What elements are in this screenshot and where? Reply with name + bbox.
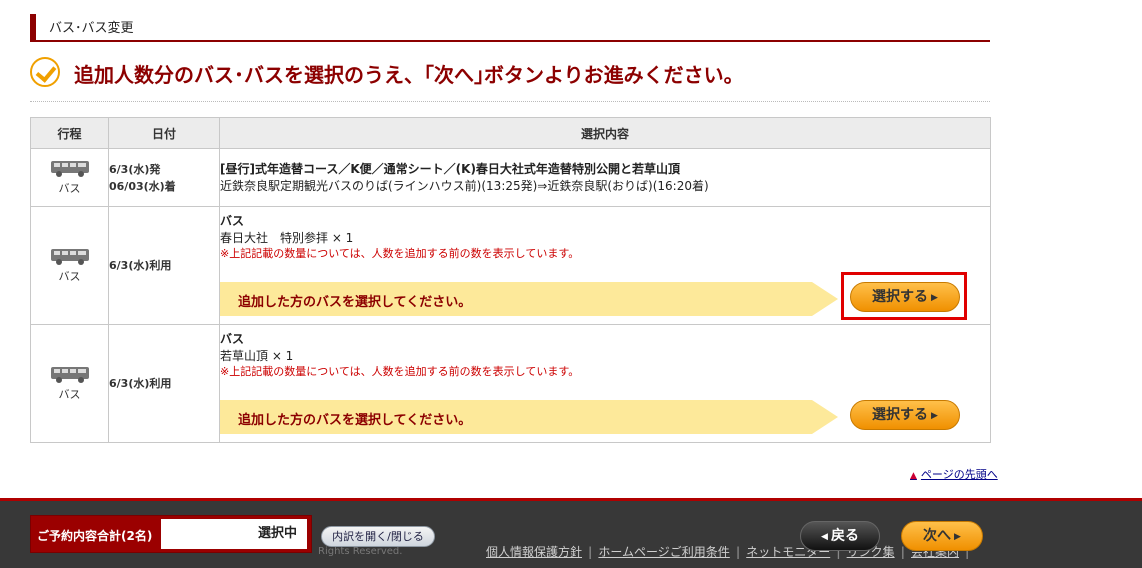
- usage-date: 6/3(水)利用: [109, 259, 172, 272]
- option-item: 若草山頂 × 1: [220, 349, 294, 363]
- footer-link-privacy[interactable]: 個人情報保護方針: [486, 545, 582, 559]
- bus-icon: [50, 366, 89, 383]
- usage-date: 6/3(水)利用: [109, 377, 172, 390]
- table-row: バス 6/3(水)発 06/03(水)着 [昼行]式年造替コース／K便／通常シー…: [30, 148, 991, 207]
- date-cell: 6/3(水)利用: [108, 206, 220, 325]
- select-notice: 追加した方のバスを選択してください。: [220, 400, 838, 434]
- option-title: バス: [220, 214, 245, 228]
- date-cell: 6/3(水)発 06/03(水)着: [108, 148, 220, 207]
- detail-cell: バス 若草山頂 × 1 ※上記記載の数量については、人数を追加する前の数を表示し…: [219, 324, 991, 443]
- bus-icon: [50, 160, 89, 177]
- select-notice-text: 追加した方のバスを選択してください。: [238, 295, 472, 310]
- footer-links: 個人情報保護方針 | ホームページご利用条件 | ネットモニター | リンク集 | 会社案内 |: [486, 543, 975, 560]
- departure-date: 6/3(水)発: [109, 162, 161, 176]
- itinerary-icon-cell: バス: [30, 206, 109, 325]
- table-header-row: 行程 日付 選択内容: [30, 117, 991, 149]
- arrow-right-icon: ▶: [931, 293, 938, 303]
- reservation-total-value: 選択中: [161, 519, 307, 549]
- column-header-date: 日付: [108, 117, 220, 149]
- next-button[interactable]: 次へ ▶: [901, 521, 983, 551]
- bus-icon-group: バス: [50, 160, 90, 196]
- itinerary-icon-cell: バス: [30, 148, 109, 207]
- copyright: Rights Reserved.: [318, 546, 403, 557]
- page-top-link[interactable]: ▲ ページの先頭へ: [910, 466, 998, 482]
- detail-cell: [昼行]式年造替コース／K便／通常シート／(K)春日大社式年造替特別公開と若草山…: [219, 148, 991, 207]
- select-button-label: 選択する: [872, 407, 929, 423]
- select-notice: 追加した方のバスを選択してください。: [220, 282, 838, 316]
- arrow-up-icon: ▲: [910, 471, 917, 481]
- detail-cell: バス 春日大社 特別参拝 × 1 ※上記記載の数量については、人数を追加する前の…: [219, 206, 991, 325]
- arrow-left-icon: ◀: [821, 532, 828, 542]
- bus-icon: [50, 248, 89, 265]
- column-header-selection: 選択内容: [219, 117, 991, 149]
- arrow-right-icon: ▶: [931, 411, 938, 421]
- footer-link-separator: |: [588, 545, 593, 559]
- bus-icon-group: バス: [50, 248, 90, 284]
- arrival-date: 06/03(水)着: [109, 179, 176, 193]
- next-button-label: 次へ: [923, 528, 952, 544]
- select-button[interactable]: 選択する ▶: [850, 282, 960, 312]
- selection-area: 追加した方のバスを選択してください。 選択する ▶: [220, 272, 990, 320]
- tour-title: [昼行]式年造替コース／K便／通常シート／(K)春日大社式年造替特別公開と若草山…: [220, 162, 680, 176]
- quantity-note: ※上記記載の数量については、人数を追加する前の数を表示しています。: [220, 365, 580, 378]
- bus-icon-label: バス: [58, 387, 81, 401]
- footer-link-separator: |: [735, 545, 741, 559]
- instruction-text: 追加人数分のバス･バスを選択のうえ、｢次へ｣ボタンよりお進みください。: [74, 63, 744, 87]
- page-top-label: ページの先頭へ: [920, 468, 998, 481]
- select-button[interactable]: 選択する ▶: [850, 400, 960, 430]
- breakdown-toggle-button[interactable]: 内訳を開く/閉じる: [321, 526, 435, 547]
- date-cell: 6/3(水)利用: [108, 324, 220, 443]
- section-header-bar: [30, 14, 36, 40]
- selection-area: 追加した方のバスを選択してください。 選択する ▶: [220, 394, 990, 436]
- itinerary-icon-cell: バス: [30, 324, 109, 443]
- check-icon: [30, 57, 60, 87]
- select-button-label: 選択する: [872, 289, 929, 305]
- bus-icon-group: バス: [50, 366, 90, 402]
- bus-icon-label: バス: [58, 269, 81, 283]
- instruction-heading: 追加人数分のバス･バスを選択のうえ、｢次へ｣ボタンよりお進みください。: [30, 57, 990, 102]
- table-row: バス 6/3(水)利用 バス 春日大社 特別参拝 × 1 ※上記記載の数量につい…: [30, 206, 991, 325]
- section-title: バス･バス変更: [49, 21, 134, 36]
- footer-link-terms[interactable]: ホームページご利用条件: [598, 545, 729, 559]
- back-button[interactable]: ◀ 戻る: [800, 521, 880, 551]
- option-title: バス: [220, 332, 245, 346]
- section-header: バス･バス変更: [30, 12, 990, 42]
- option-item: 春日大社 特別参拝 × 1: [220, 231, 354, 245]
- quantity-note: ※上記記載の数量については、人数を追加する前の数を表示しています。: [220, 247, 580, 260]
- bus-icon-label: バス: [58, 181, 81, 195]
- footer-link-separator: |: [900, 545, 906, 559]
- itinerary-table: 行程 日付 選択内容 バス 6/3(水)発 06/03(水)着 [昼行]式年造替…: [30, 117, 991, 443]
- table-row: バス 6/3(水)利用 バス 若草山頂 × 1 ※上記記載の数量については、人数…: [30, 324, 991, 443]
- back-button-label: 戻る: [830, 528, 859, 544]
- reservation-total-label: ご予約内容合計(2名): [37, 529, 153, 543]
- reservation-total: ご予約内容合計(2名) 選択中: [30, 515, 312, 553]
- select-notice-text: 追加した方のバスを選択してください。: [238, 413, 472, 428]
- column-header-itinerary: 行程: [30, 117, 109, 149]
- tour-route: 近鉄奈良駅定期観光バスのりば(ラインハウス前)(13:25発)⇒近鉄奈良駅(おり…: [220, 179, 709, 193]
- arrow-right-icon: ▶: [954, 532, 961, 542]
